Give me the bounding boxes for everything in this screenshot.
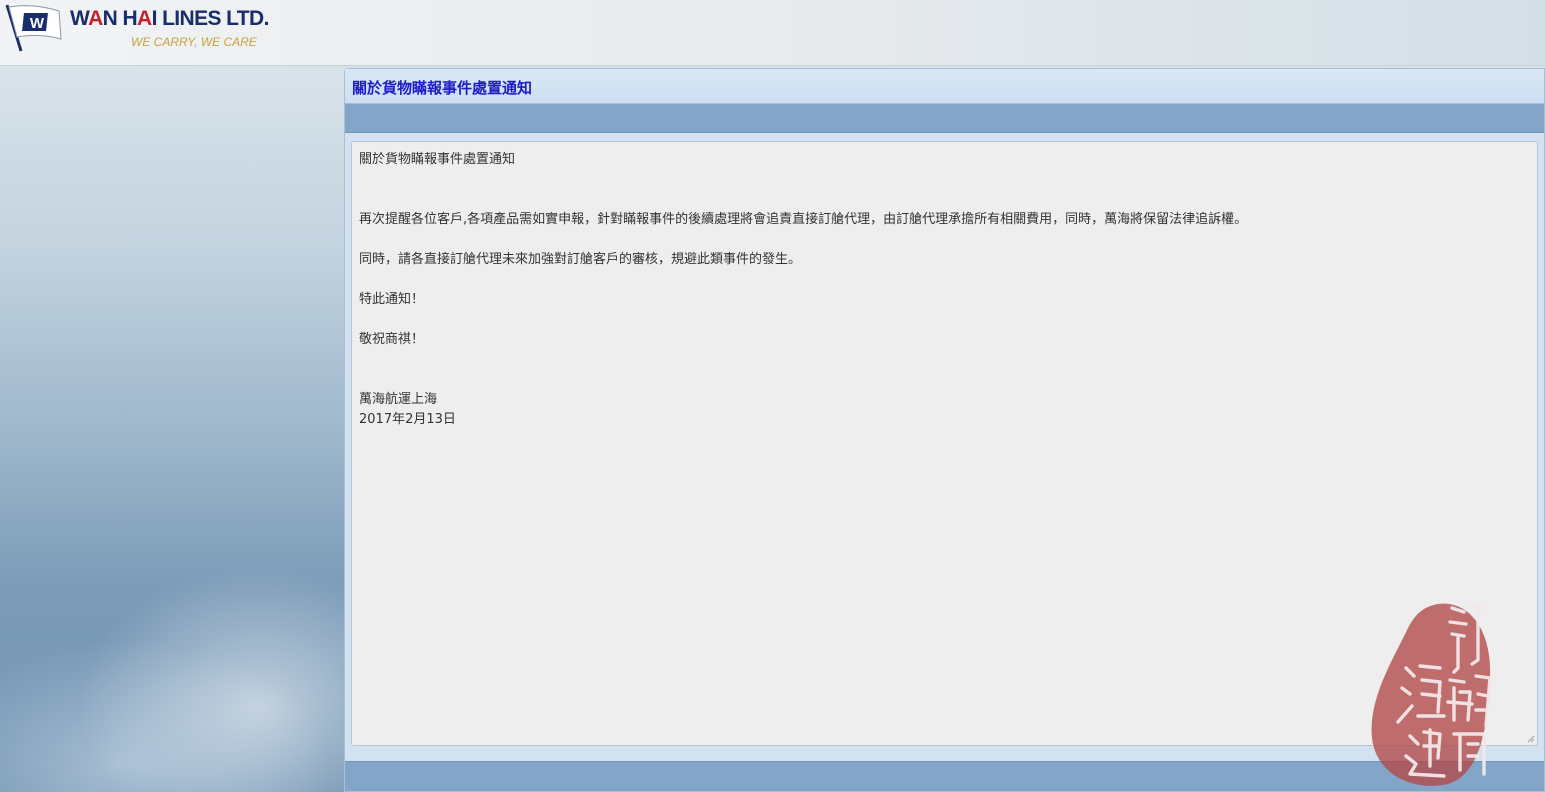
notice-content-area[interactable]: 關於貨物瞞報事件處置通知 再次提醒各位客戶,各項產品需如實申報，針對瞞報事件的後… bbox=[351, 141, 1538, 746]
resize-grip-icon[interactable] bbox=[1526, 734, 1535, 743]
panel-footer bbox=[345, 761, 1544, 791]
notice-heading: 關於貨物瞞報事件處置通知 bbox=[359, 152, 516, 167]
notice-date: 2017年2月13日 bbox=[359, 412, 456, 427]
notice-panel: 關於貨物瞞報事件處置通知 關於貨物瞞報事件處置通知 再次提醒各位客戶,各項產品需… bbox=[344, 68, 1545, 792]
notice-paragraph-1: 再次提醒各位客戶,各項產品需如實申報，針對瞞報事件的後續處理將會追責直接訂艙代理… bbox=[359, 212, 1248, 227]
notice-closing-2: 敬祝商祺！ bbox=[359, 332, 425, 347]
panel-title-bar: 關於貨物瞞報事件處置通知 bbox=[345, 69, 1544, 104]
svg-text:W: W bbox=[30, 15, 45, 32]
brand-name: WAN HAI LINES LTD. bbox=[70, 7, 269, 30]
watermark-seal-icon bbox=[1371, 603, 1492, 786]
sea-background bbox=[0, 66, 344, 792]
site-header: W WAN HAI LINES LTD. WE CARRY, WE CARE bbox=[0, 0, 1545, 66]
notice-closing-1: 特此通知！ bbox=[359, 292, 425, 307]
panel-title: 關於貨物瞞報事件處置通知 bbox=[352, 79, 533, 97]
brand-slogan: WE CARRY, WE CARE bbox=[131, 35, 257, 49]
notice-signature: 萬海航運上海 bbox=[359, 392, 438, 407]
panel-toolbar bbox=[345, 104, 1544, 133]
notice-paragraph-2: 同時，請各直接訂艙代理未來加強對訂艙客戶的審核，規避此類事件的發生。 bbox=[359, 252, 802, 267]
wan-hai-flag-icon: W bbox=[5, 4, 62, 52]
